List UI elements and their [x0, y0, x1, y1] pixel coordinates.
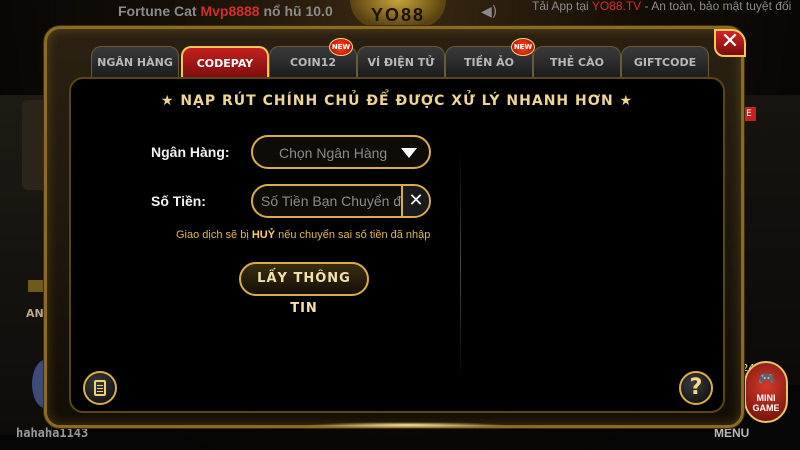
brand-logo: YO88 — [350, 0, 446, 28]
new-badge-tien-ao: NEW — [511, 38, 535, 56]
warning-note: Giao dịch sẽ bị HUỶ nếu chuyển sai số ti… — [176, 229, 430, 241]
ticker-user: Mvp8888 — [200, 3, 260, 19]
bank-label: Ngân Hàng: — [151, 144, 230, 160]
username: hahaha1143 — [16, 426, 89, 440]
note-strong: HUỶ — [251, 229, 276, 241]
get-info-button[interactable]: LẤY THÔNG TIN — [239, 262, 369, 316]
app-notice: Tải App tại YO88.TV - An toàn, bảo mật t… — [532, 0, 800, 28]
ticker-suffix: nổ hũ 10.0 — [259, 3, 333, 19]
ticker-game: Fortune Cat — [118, 3, 201, 19]
menu-button[interactable]: MENU — [714, 426, 749, 440]
amount-label: Số Tiền: — [151, 193, 206, 209]
panel-divider — [460, 151, 461, 381]
help-icon[interactable]: ? — [679, 371, 713, 405]
jackpot-ticker: Fortune Cat Mvp8888 nổ hũ 10.0 — [118, 3, 358, 23]
tab-the-cao[interactable]: THẺ CÀO — [533, 46, 621, 78]
tab-giftcode[interactable]: GIFTCODE — [621, 46, 709, 78]
left-tile-label: AN — [26, 307, 44, 320]
tab-codepay[interactable]: CODEPAY — [181, 46, 269, 78]
panel-title: ★ NẠP RÚT CHÍNH CHỦ ĐỂ ĐƯỢC XỬ LÝ NHANH … — [160, 93, 634, 109]
notice-prefix: Tải App tại — [532, 0, 592, 13]
amount-input[interactable] — [253, 186, 401, 216]
note-suffix: nếu chuyển sai số tiền đã nhập — [275, 229, 431, 241]
document-icon — [94, 380, 106, 396]
speaker-icon[interactable]: ◀) — [481, 4, 497, 20]
notice-link: YO88.TV — [591, 0, 642, 13]
dialog-glow — [307, 422, 507, 428]
payment-dialog: NGÂN HÀNG CODEPAY COIN12 VÍ ĐIỆN TỬ TIỀN… — [44, 26, 746, 428]
mini-game-label: MINI GAME — [752, 393, 780, 413]
history-button[interactable] — [83, 371, 117, 405]
tab-vi-dien-tu[interactable]: VÍ ĐIỆN TỬ — [357, 46, 445, 78]
mini-game-button[interactable]: 🎮 MINI GAME — [744, 361, 788, 423]
bank-select-value: Chọn Ngân Hàng — [279, 145, 388, 161]
codepay-panel: ★ NẠP RÚT CHÍNH CHỦ ĐỂ ĐƯỢC XỬ LÝ NHANH … — [69, 77, 725, 413]
close-icon[interactable]: ✕ — [714, 29, 746, 57]
clear-icon[interactable]: ✕ — [401, 186, 429, 216]
lobby-right-game-tile[interactable]: E 24 — [742, 95, 800, 385]
chevron-down-icon — [401, 148, 417, 158]
new-badge-coin12: NEW — [329, 38, 353, 56]
amount-field-wrapper: ✕ — [251, 184, 431, 218]
gamepad-icon: 🎮 — [758, 370, 776, 386]
tab-ngan-hang[interactable]: NGÂN HÀNG — [91, 46, 179, 78]
right-tile-badge: E — [742, 107, 756, 121]
notice-suffix: - An toàn, bảo mật tuyệt đối — [641, 0, 792, 13]
bank-select[interactable]: Chọn Ngân Hàng — [251, 135, 431, 169]
note-prefix: Giao dịch sẽ bị — [176, 229, 252, 241]
